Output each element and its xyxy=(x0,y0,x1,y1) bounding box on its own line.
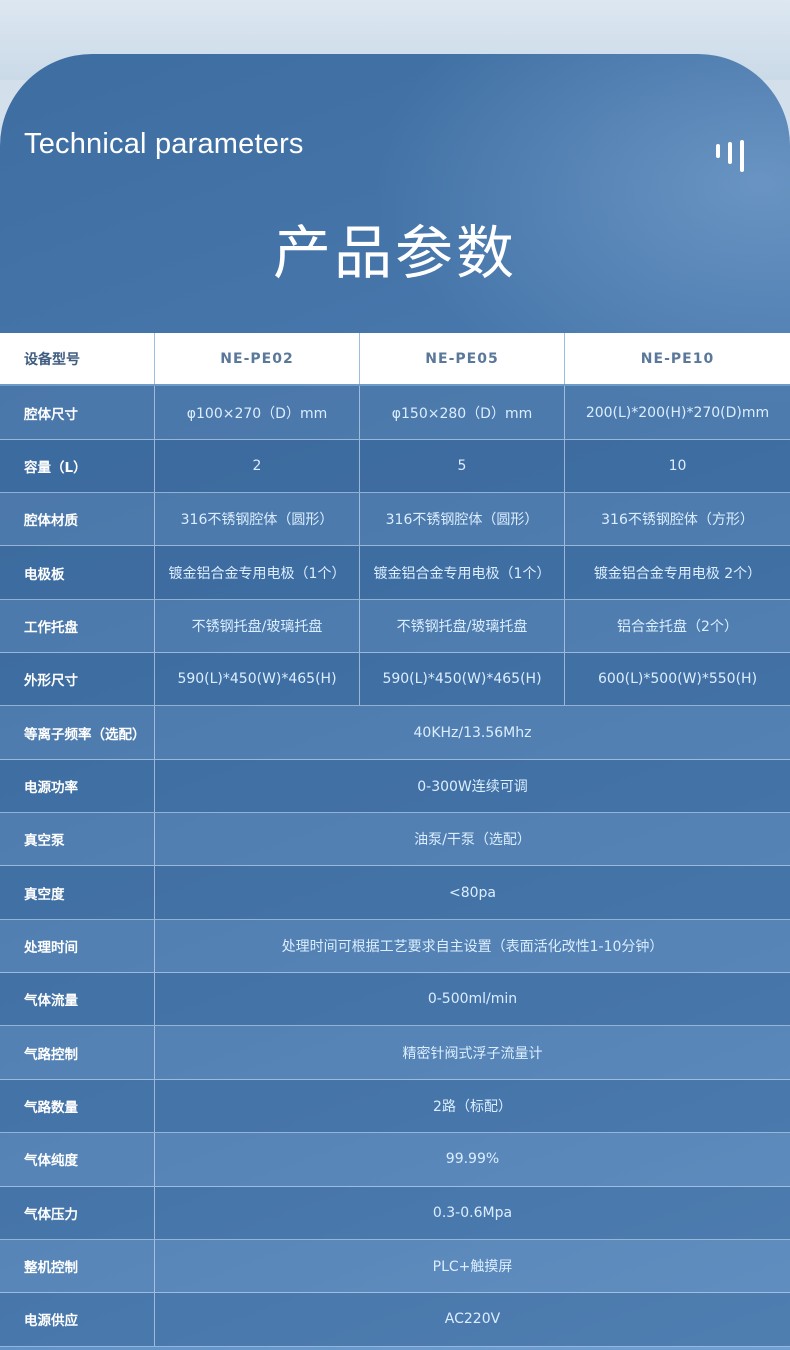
model-ne-pe05: NE-PE05 xyxy=(360,333,565,385)
table-row: 电极板 镀金铝合金专用电极（1个） 镀金铝合金专用电极（1个） 镀金铝合金专用电… xyxy=(0,546,790,600)
cell-value: 590(L)*450(W)*465(H) xyxy=(360,653,565,706)
cell-value: 316不锈钢腔体（方形） xyxy=(601,512,754,529)
row-label: 处理时间 xyxy=(0,919,155,973)
cell-value: 精密针阀式浮子流量计 xyxy=(402,1045,543,1062)
table-row: 处理时间 处理时间可根据工艺要求自主设置（表面活化改性1-10分钟） xyxy=(0,919,790,974)
cell-value: 40KHz/13.56Mhz xyxy=(413,724,532,741)
row-label: 气路控制 xyxy=(0,1026,155,1079)
row-label: 电源供应 xyxy=(0,1293,155,1346)
model-ne-pe02: NE-PE02 xyxy=(155,333,360,385)
cell-value: 5 xyxy=(360,439,565,493)
cell-value: 2 xyxy=(155,439,360,493)
cell-value: 99.99% xyxy=(445,1151,500,1168)
cell-value: 2路（标配） xyxy=(433,1098,512,1115)
row-label: 整机控制 xyxy=(0,1239,155,1293)
table-row: 工作托盘 不锈钢托盘/玻璃托盘 不锈钢托盘/玻璃托盘 铝合金托盘（2个） xyxy=(0,599,790,654)
row-label: 气体纯度 xyxy=(0,1133,155,1186)
cell-value: 316不锈钢腔体（圆形） xyxy=(155,493,360,546)
cell-value: 油泵/干泵（选配） xyxy=(414,832,531,849)
cell-value: 镀金铝合金专用电极（1个） xyxy=(155,546,360,599)
cell-value: 不锈钢托盘/玻璃托盘 xyxy=(360,599,565,653)
row-label: 真空度 xyxy=(0,866,155,919)
cell-value: <80pa xyxy=(448,884,496,901)
table-row: 真空泵 油泵/干泵（选配） xyxy=(0,813,790,867)
row-label: 气路数量 xyxy=(0,1079,155,1133)
row-label: 气体流量 xyxy=(0,973,155,1026)
row-label: 腔体尺寸 xyxy=(0,386,155,439)
row-label: 气体压力 xyxy=(0,1186,155,1239)
header-label: 设备型号 xyxy=(0,333,155,385)
cell-value: φ100×270（D）mm xyxy=(155,386,360,439)
table-header-row: 设备型号 NE-PE02 NE-PE05 NE-PE10 xyxy=(0,333,790,387)
table-row: 气体压力 0.3-0.6Mpa xyxy=(0,1186,790,1240)
table-row: 气体流量 0-500ml/min xyxy=(0,973,790,1027)
row-label: 容量（L） xyxy=(0,439,155,493)
table-row: 电源功率 0-300W连续可调 xyxy=(0,759,790,814)
table-row: 腔体材质 316不锈钢腔体（圆形） 316不锈钢腔体（圆形） 316不锈钢腔体（… xyxy=(0,493,790,547)
cell-value: AC220V xyxy=(444,1311,501,1328)
english-title: Technical parameters xyxy=(24,128,304,160)
table-row: 气路数量 2路（标配） xyxy=(0,1079,790,1134)
cell-value: φ150×280（D）mm xyxy=(360,386,565,439)
table-row: 整机控制 PLC+触摸屏 xyxy=(0,1239,790,1294)
row-label: 腔体材质 xyxy=(0,493,155,546)
cell-value: 0-300W连续可调 xyxy=(417,778,528,795)
table-row: 外形尺寸 590(L)*450(W)*465(H) 590(L)*450(W)*… xyxy=(0,653,790,707)
model-ne-pe10: NE-PE10 xyxy=(640,350,715,367)
cell-value: 200(L)*200(H)*270(D)mm xyxy=(585,404,770,421)
cell-value: 600(L)*500(W)*550(H) xyxy=(597,671,758,688)
table-row: 气路控制 精密针阀式浮子流量计 xyxy=(0,1026,790,1080)
cell-value: 0-500ml/min xyxy=(427,991,518,1008)
table-row: 等离子频率（选配） 40KHz/13.56Mhz xyxy=(0,706,790,760)
cell-value: 590(L)*450(W)*465(H) xyxy=(155,653,360,706)
row-label: 电极板 xyxy=(0,546,155,599)
cell-value: 镀金铝合金专用电极（1个） xyxy=(360,546,565,599)
cell-value: PLC+触摸屏 xyxy=(432,1259,513,1276)
row-label: 真空泵 xyxy=(0,813,155,866)
cell-value: 10 xyxy=(668,457,687,474)
row-label: 电源功率 xyxy=(0,759,155,813)
cell-value: 处理时间可根据工艺要求自主设置（表面活化改性1-10分钟） xyxy=(281,938,664,955)
cell-value: 316不锈钢腔体（圆形） xyxy=(360,493,565,546)
cell-value: 不锈钢托盘/玻璃托盘 xyxy=(155,599,360,653)
table-row: 真空度 <80pa xyxy=(0,866,790,920)
cell-value: 0.3-0.6Mpa xyxy=(432,1204,513,1221)
row-label: 外形尺寸 xyxy=(0,653,155,706)
table-row: 腔体尺寸 φ100×270（D）mm φ150×280（D）mm 200(L)*… xyxy=(0,386,790,440)
vertical-bars-icon xyxy=(716,140,746,172)
table-row: 容量（L） 2 5 10 xyxy=(0,439,790,494)
row-label: 等离子频率（选配） xyxy=(0,706,155,759)
spec-table: 设备型号 NE-PE02 NE-PE05 NE-PE10 腔体尺寸 φ100×2… xyxy=(0,333,790,1347)
table-row: 电源供应 AC220V xyxy=(0,1293,790,1347)
chinese-title: 产品参数 xyxy=(272,219,517,287)
cell-value: 铝合金托盘（2个） xyxy=(617,618,738,635)
cell-value: 镀金铝合金专用电极 2个） xyxy=(593,565,762,582)
table-row: 气体纯度 99.99% xyxy=(0,1133,790,1187)
row-label: 工作托盘 xyxy=(0,599,155,653)
